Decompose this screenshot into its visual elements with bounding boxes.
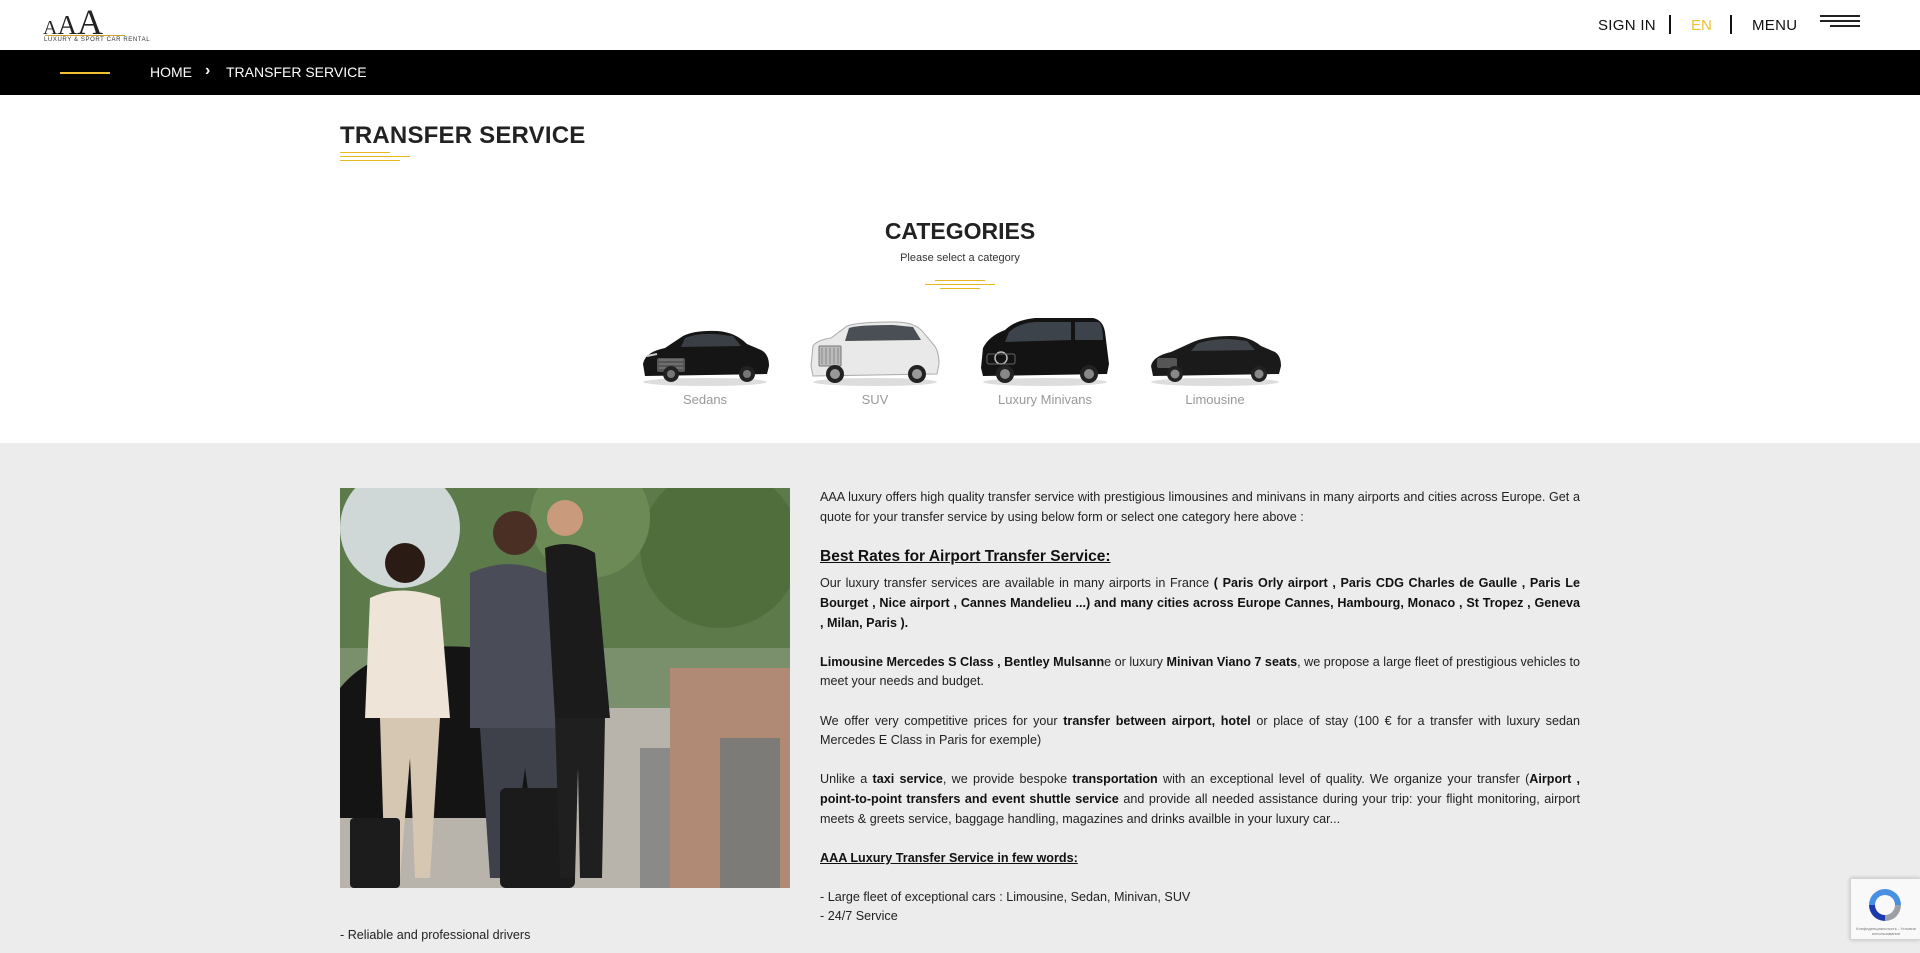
fleet-models: Limousine Mercedes S Class , Bentley Mul…: [820, 654, 1105, 669]
category-label: Sedans: [682, 392, 728, 407]
fleet-text: e or luxury: [1104, 654, 1167, 669]
recaptcha-badge[interactable]: Конфиденциальность - Условия использован…: [1850, 878, 1920, 940]
category-label: Luxury Minivans: [998, 392, 1092, 407]
chevron-right-icon: ›: [205, 62, 211, 79]
category-limousine[interactable]: Limousine: [1145, 314, 1285, 410]
breadcrumb-home-link[interactable]: HOME: [150, 64, 192, 80]
service-paragraph: Unlike a taxi service, we provide bespok…: [820, 770, 1580, 829]
transfer-description: AAA luxury offers high quality transfer …: [820, 488, 1580, 927]
category-sedans[interactable]: Sedans: [635, 314, 775, 410]
fleet-paragraph: Limousine Mercedes S Class , Bentley Mul…: [820, 653, 1580, 692]
service-taxi: taxi service: [872, 772, 943, 787]
recaptcha-text: Конфиденциальность - Условия использован…: [1856, 926, 1916, 936]
nav-divider: [1669, 15, 1671, 34]
title-underline-decoration: [340, 152, 410, 164]
breadcrumb: HOME › TRANSFER SERVICE: [0, 50, 1920, 95]
rates-heading: Best Rates for Airport Transfer Service:: [820, 547, 1111, 565]
logo-rule: [45, 35, 125, 36]
service-text: with an exceptional level of quality. We…: [1157, 772, 1530, 787]
prices-highlight: transfer between airport, hotel: [1063, 713, 1251, 728]
service-text: , we provide bespoke: [942, 772, 1073, 787]
chauffeur-photo: [340, 488, 790, 888]
few-words-heading: AAA Luxury Transfer Service in few words…: [820, 850, 1078, 865]
category-luxury-minivans[interactable]: Luxury Minivans: [975, 314, 1115, 410]
top-header: AAA LUXURY & SPORT CAR RENTAL SIGN IN EN…: [0, 0, 1920, 50]
category-label: Limousine: [1185, 392, 1245, 407]
categories-title: CATEGORIES: [884, 218, 1036, 244]
nav-divider: [1730, 15, 1732, 34]
breadcrumb-accent-line: [60, 72, 110, 74]
breadcrumb-current: TRANSFER SERVICE: [226, 64, 367, 80]
prices-text: We offer very competitive prices for you…: [820, 713, 1064, 728]
list-item: - Reliable and professional drivers: [340, 928, 531, 942]
category-label: SUV: [861, 392, 889, 407]
service-transportation: transportation: [1072, 772, 1158, 787]
sedan-car-image: [643, 330, 769, 386]
categories-underline-decoration: [925, 280, 995, 294]
recaptcha-icon: [1869, 889, 1901, 921]
site-logo[interactable]: AAA LUXURY & SPORT CAR RENTAL: [43, 2, 150, 47]
logo-tagline: LUXURY & SPORT CAR RENTAL: [44, 37, 151, 43]
minivan-car-image: [981, 318, 1109, 386]
intro-paragraph: AAA luxury offers high quality transfer …: [820, 490, 1580, 524]
list-item: - 24/7 Service: [820, 909, 898, 924]
categories-subtitle: Please select a category: [900, 252, 1020, 264]
sign-in-link[interactable]: SIGN IN: [1598, 17, 1656, 34]
hamburger-menu-icon[interactable]: [1820, 15, 1860, 31]
suv-car-image: [810, 321, 940, 386]
page-title: TRANSFER SERVICE: [340, 122, 586, 149]
category-suv[interactable]: SUV: [805, 314, 945, 410]
language-selector[interactable]: EN: [1691, 17, 1712, 34]
list-item: - Large fleet of exceptional cars : Limo…: [820, 889, 1191, 904]
airports-text: Our luxury transfer services are availab…: [820, 576, 1214, 591]
airports-paragraph: Our luxury transfer services are availab…: [820, 574, 1580, 633]
service-text: Unlike a: [820, 772, 873, 787]
features-list: - Large fleet of exceptional cars : Limo…: [820, 888, 1580, 927]
fleet-minivan: Minivan Viano 7 seats: [1166, 654, 1298, 669]
menu-link[interactable]: MENU: [1752, 17, 1797, 34]
prices-paragraph: We offer very competitive prices for you…: [820, 712, 1580, 751]
limousine-car-image: [1151, 336, 1281, 386]
